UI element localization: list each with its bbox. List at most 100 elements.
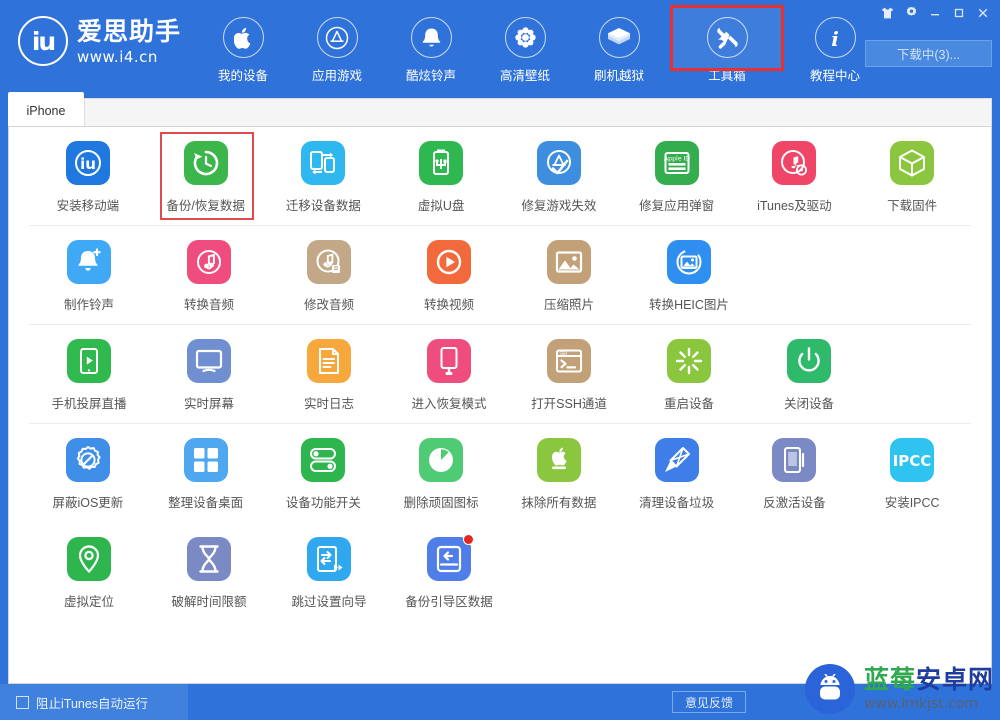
- tool-time-limit[interactable]: 破解时间限额: [149, 537, 269, 622]
- tool-deactivate[interactable]: 反激活设备: [736, 438, 854, 523]
- tool-label: 安装移动端: [56, 199, 120, 213]
- minimize-button[interactable]: [924, 3, 946, 22]
- compress-photo-icon: [547, 240, 591, 284]
- block-itunes-toggle[interactable]: 阻止iTunes自动运行: [0, 684, 188, 720]
- nav-item-tools[interactable]: 工具箱: [666, 5, 788, 84]
- tool-ssh-terminal[interactable]: SSH 打开SSH通道: [509, 339, 629, 424]
- tool-backup-restore[interactable]: 备份/恢复数据: [147, 132, 265, 226]
- time-limit-icon: [187, 537, 231, 581]
- clean-junk-icon: [654, 438, 699, 482]
- tool-label: 实时日志: [303, 397, 354, 411]
- tool-fix-game[interactable]: 修复游戏失效: [500, 141, 618, 226]
- tool-label: 进入恢复模式: [411, 397, 487, 411]
- logo-url: www.i4.cn: [77, 47, 158, 66]
- screen-cast-icon: [67, 339, 111, 383]
- window-controls: [876, 3, 994, 22]
- tool-skip-setup[interactable]: 跳过设置向导: [269, 537, 389, 622]
- nav-item-box-open[interactable]: 刷机越狱: [572, 13, 666, 84]
- tool-convert-audio[interactable]: 转换音频: [149, 240, 269, 325]
- remove-icon-icon: [419, 438, 464, 482]
- feedback-button[interactable]: 意见反馈: [672, 691, 746, 713]
- toolbox-row: 虚拟定位 破解时间限额 跳过设置向导 备份引导区数据: [9, 523, 991, 622]
- nav-item-apple[interactable]: 我的设备: [196, 13, 290, 84]
- tool-apple-id[interactable]: Apple ID 修复应用弹窗: [618, 141, 736, 226]
- tool-label: 重启设备: [663, 397, 714, 411]
- settings-gear-icon[interactable]: [900, 3, 922, 22]
- tool-clean-junk[interactable]: 清理设备垃圾: [618, 438, 736, 523]
- tool-label: 破解时间限额: [171, 595, 247, 609]
- recovery-mode-icon: [427, 339, 471, 383]
- tool-label: 抹除所有数据: [521, 496, 597, 510]
- tools-icon: [706, 17, 748, 58]
- nav-item-label: 高清壁纸: [499, 69, 550, 83]
- tool-label: 手机投屏直播: [51, 397, 127, 411]
- ipcc-icon: IPCC: [890, 438, 935, 482]
- tool-convert-video[interactable]: 转换视频: [389, 240, 509, 325]
- tool-compress-photo[interactable]: 压缩照片: [509, 240, 629, 325]
- tool-itunes-driver[interactable]: iTunes及驱动: [736, 141, 854, 226]
- tool-migrate-data[interactable]: 迁移设备数据: [265, 141, 383, 226]
- nav-item-label: 我的设备: [217, 69, 268, 83]
- status-bar: 阻止iTunes自动运行 意见反馈: [0, 684, 1000, 720]
- tool-live-screen[interactable]: 实时屏幕: [149, 339, 269, 424]
- block-itunes-checkbox[interactable]: [16, 695, 29, 709]
- toolbox-grid: iu 安装移动端 备份/恢复数据 迁移设备数据 虚拟U盘 修复游戏失效 Apple ID 修复…: [8, 126, 992, 684]
- tool-label: 关闭设备: [783, 397, 834, 411]
- maximize-button[interactable]: [948, 3, 970, 22]
- tool-power-off[interactable]: 关闭设备: [749, 339, 869, 424]
- box-open-icon: [598, 17, 640, 58]
- tool-erase-all[interactable]: 抹除所有数据: [500, 438, 618, 523]
- tool-label: 制作铃声: [63, 298, 114, 312]
- nav-item-label: 教程中心: [809, 69, 860, 83]
- tool-screen-cast[interactable]: 手机投屏直播: [29, 339, 149, 424]
- tool-reboot[interactable]: 重启设备: [629, 339, 749, 424]
- close-button[interactable]: [972, 3, 994, 22]
- download-status-button[interactable]: 下载中(3)...: [865, 40, 992, 67]
- tool-make-ringtone[interactable]: 制作铃声: [29, 240, 149, 325]
- tool-virtual-location[interactable]: 虚拟定位: [29, 537, 149, 622]
- tool-ipcc[interactable]: IPCC 安装IPCC: [853, 438, 971, 523]
- tool-label: 下载固件: [887, 199, 938, 213]
- tool-label: 删除顽固图标: [403, 496, 479, 510]
- app-logo: iu 爱思助手 www.i4.cn: [18, 16, 181, 66]
- migrate-data-icon: [301, 141, 346, 185]
- tool-live-log[interactable]: 实时日志: [269, 339, 389, 424]
- tool-block-ios-update[interactable]: 屏蔽iOS更新: [29, 438, 147, 523]
- tool-backup-boot[interactable]: 备份引导区数据: [389, 534, 509, 622]
- fix-game-icon: [536, 141, 581, 185]
- tool-label: 实时屏幕: [183, 397, 234, 411]
- i4-app-icon: iu: [65, 141, 110, 185]
- tool-organize-desktop[interactable]: 整理设备桌面: [147, 438, 265, 523]
- tool-label: 屏蔽iOS更新: [52, 496, 124, 510]
- nav-item-bell[interactable]: 酷炫铃声: [384, 13, 478, 84]
- nav-item-flower[interactable]: 高清壁纸: [478, 13, 572, 84]
- apple-icon: [222, 17, 264, 58]
- tool-heic-convert[interactable]: 转换HEIC图片: [629, 240, 749, 325]
- tool-usb-drive[interactable]: 虚拟U盘: [382, 141, 500, 226]
- tool-label: 转换HEIC图片: [649, 298, 729, 312]
- logo-title: 爱思助手: [77, 17, 182, 46]
- usb-drive-icon: [419, 141, 464, 185]
- app-header: iu 爱思助手 www.i4.cn 我的设备 应用游戏 酷炫铃声 高清壁纸 刷机越狱 工具…: [0, 0, 1000, 88]
- tool-label: 跳过设置向导: [291, 595, 367, 609]
- tool-label: 备份引导区数据: [405, 595, 493, 609]
- skin-icon[interactable]: [876, 3, 898, 22]
- tool-label: 设备功能开关: [285, 496, 361, 510]
- power-off-icon: [787, 339, 831, 383]
- tool-remove-icon[interactable]: 删除顽固图标: [382, 438, 500, 523]
- backup-restore-icon: [183, 141, 228, 185]
- skip-setup-icon: [307, 537, 351, 581]
- tool-label: 修改音频: [303, 298, 354, 312]
- nav-item-appstore[interactable]: 应用游戏: [290, 13, 384, 84]
- tool-i4-app[interactable]: iu 安装移动端: [29, 141, 147, 226]
- tool-firmware-box[interactable]: 下载固件: [853, 141, 971, 226]
- toolbox-row: 屏蔽iOS更新 整理设备桌面 设备功能开关 删除顽固图标 抹除所有数据 清理设备垃圾 反激活…: [9, 424, 991, 523]
- device-tabstrip: iPhone: [0, 88, 1000, 131]
- tool-label: 安装IPCC: [884, 496, 940, 510]
- tool-edit-audio[interactable]: 修改音频: [269, 240, 389, 325]
- nav-item-label: 应用游戏: [311, 69, 362, 83]
- tool-feature-toggle[interactable]: 设备功能开关: [265, 438, 383, 523]
- tool-recovery-mode[interactable]: 进入恢复模式: [389, 339, 509, 424]
- tab-iphone[interactable]: iPhone: [8, 92, 84, 130]
- logo-mark-icon: iu: [18, 16, 68, 66]
